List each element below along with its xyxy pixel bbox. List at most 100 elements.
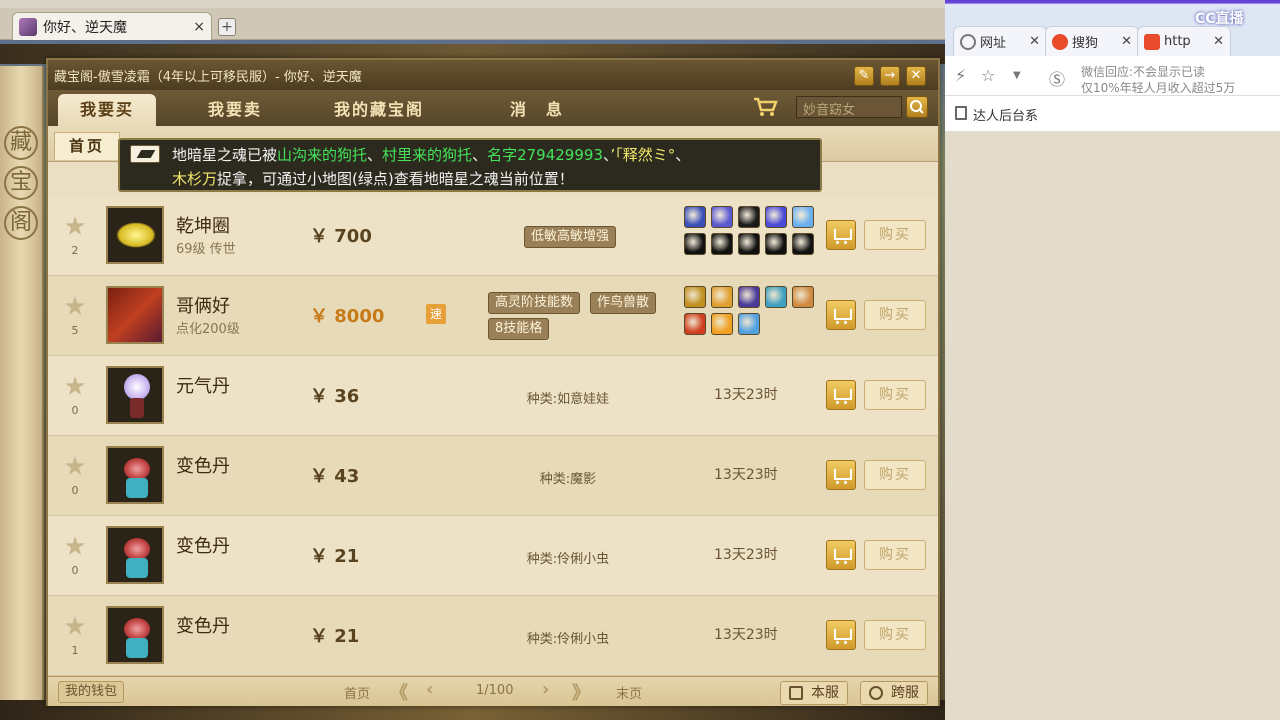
tab-messages[interactable]: 消 息 xyxy=(488,94,586,126)
add-to-cart-button[interactable] xyxy=(826,300,856,330)
skill-icon[interactable] xyxy=(792,286,814,308)
tab-title: 搜狗 xyxy=(1072,36,1099,51)
buy-button[interactable]: 购买 xyxy=(864,620,926,650)
skill-icon[interactable] xyxy=(711,206,733,228)
skill-icon[interactable] xyxy=(738,313,760,335)
favorite-star-icon[interactable]: ★ xyxy=(62,294,88,320)
double-left-icon[interactable]: 《 xyxy=(390,679,408,705)
chevron-down-icon[interactable]: ▼ xyxy=(1013,70,1021,81)
skill-icon[interactable] xyxy=(792,233,814,255)
skill-icon[interactable] xyxy=(684,286,706,308)
item-thumbnail[interactable] xyxy=(106,366,164,424)
buy-button[interactable]: 购买 xyxy=(864,540,926,570)
edit-icon[interactable]: ✎ xyxy=(854,66,874,86)
cross-server-button[interactable]: 跨服 xyxy=(860,681,928,705)
buy-button[interactable]: 购买 xyxy=(864,220,926,250)
add-to-cart-button[interactable] xyxy=(826,380,856,410)
item-price: ￥ 21 xyxy=(310,626,360,647)
page-indicator: 1/100 xyxy=(476,683,514,698)
wallet-button[interactable]: 我的钱包 xyxy=(58,681,125,703)
shopping-cart-icon[interactable] xyxy=(752,96,778,118)
list-item[interactable]: ★ 5 哥俩好 点化200级 ￥ 8000 速 高灵阶技能数 作鸟兽散 8技能格… xyxy=(48,276,938,356)
tab-home[interactable]: 首页 xyxy=(54,132,120,160)
list-item[interactable]: ★ 0 变色丹 ￥ 43 种类:魔影 13天23时 购买 xyxy=(48,436,938,516)
favorite-star-icon[interactable]: ★ xyxy=(62,614,88,640)
search-button[interactable] xyxy=(906,96,928,118)
favorite-count: 5 xyxy=(71,324,79,337)
add-to-cart-button[interactable] xyxy=(826,460,856,490)
skill-icon[interactable] xyxy=(684,233,706,255)
skill-icon[interactable] xyxy=(738,206,760,228)
item-thumbnail[interactable] xyxy=(106,606,164,664)
chevron-left-icon[interactable]: ‹ xyxy=(426,679,433,700)
close-tab-icon[interactable]: ✕ xyxy=(1121,34,1132,49)
bookmark-item[interactable]: 达人后台系 xyxy=(973,105,1038,124)
list-item[interactable]: ★ 0 元气丹 ￥ 36 种类:如意娃娃 13天23时 购买 xyxy=(48,356,938,436)
item-thumbnail[interactable] xyxy=(106,286,164,344)
skill-icon[interactable] xyxy=(711,286,733,308)
separator: 、 xyxy=(675,146,691,164)
window-title: 藏宝阁-傲雪凌霜（4年以上可移民服）- 你好、逆天魔 xyxy=(54,70,362,85)
chevron-right-icon[interactable]: › xyxy=(542,679,549,700)
item-kind: 种类:伶俐小虫 xyxy=(526,632,610,647)
item-thumbnail[interactable] xyxy=(106,526,164,584)
item-list: ★ 2 乾坤圈 69级 传世 ￥ 700 低敏高敏增强 购买 ★ 5 哥俩好 点… xyxy=(48,196,938,676)
favorite-star-icon[interactable]: ★ xyxy=(62,214,88,240)
first-page-link[interactable]: 首页 xyxy=(344,683,370,702)
item-thumbnail[interactable] xyxy=(106,206,164,264)
skill-icon[interactable] xyxy=(711,313,733,335)
add-to-cart-button[interactable] xyxy=(826,540,856,570)
time-left: 13天23时 xyxy=(714,627,778,643)
tab-my-pavilion[interactable]: 我的藏宝阁 xyxy=(312,94,446,126)
item-name[interactable]: 哥俩好 xyxy=(176,292,230,318)
skill-icon[interactable] xyxy=(738,233,760,255)
skill-icon[interactable] xyxy=(765,233,787,255)
url-field[interactable]: 微信回应:不会显示已读 仅10%年轻人月收入超过5万 xyxy=(1081,64,1271,94)
close-tab-icon[interactable]: × xyxy=(193,19,205,35)
item-thumbnail[interactable] xyxy=(106,446,164,504)
item-name[interactable]: 变色丹 xyxy=(176,612,230,638)
buy-button[interactable]: 购买 xyxy=(864,460,926,490)
search-input[interactable]: 妙音窈女 xyxy=(796,96,902,118)
browser-tab[interactable]: 搜狗 ✕ xyxy=(1045,26,1139,56)
item-name[interactable]: 乾坤圈 xyxy=(176,212,230,238)
lightning-icon[interactable]: ⚡ xyxy=(955,66,966,85)
item-name[interactable]: 变色丹 xyxy=(176,452,230,478)
browser-tab[interactable]: http ✕ xyxy=(1137,26,1231,56)
double-right-icon[interactable]: 》 xyxy=(572,679,590,705)
item-name[interactable]: 元气丹 xyxy=(176,372,230,398)
add-to-cart-button[interactable] xyxy=(826,220,856,250)
add-to-cart-button[interactable] xyxy=(826,620,856,650)
favorite-star-icon[interactable]: ★ xyxy=(62,454,88,480)
browser-tab[interactable]: 网址 ✕ xyxy=(953,26,1047,56)
skill-icon[interactable] xyxy=(684,313,706,335)
item-name[interactable]: 变色丹 xyxy=(176,532,230,558)
favorite-star-icon[interactable]: ★ xyxy=(62,534,88,560)
tab-sell[interactable]: 我要卖 xyxy=(186,94,284,126)
buy-button[interactable]: 购买 xyxy=(864,300,926,330)
new-tab-button[interactable]: + xyxy=(218,18,236,36)
cc-live-logo: CC直播 xyxy=(1195,11,1244,27)
local-server-button[interactable]: 本服 xyxy=(780,681,848,705)
skill-icon[interactable] xyxy=(792,206,814,228)
skill-icon[interactable] xyxy=(684,206,706,228)
host-tab-game[interactable]: 你好、逆天魔 × xyxy=(12,12,212,40)
buy-button[interactable]: 购买 xyxy=(864,380,926,410)
last-page-link[interactable]: 末页 xyxy=(616,683,642,702)
sogou-icon xyxy=(1052,33,1068,50)
list-item[interactable]: ★ 2 乾坤圈 69级 传世 ￥ 700 低敏高敏增强 购买 xyxy=(48,196,938,276)
list-item[interactable]: ★ 0 变色丹 ￥ 21 种类:伶俐小虫 13天23时 购买 xyxy=(48,516,938,596)
close-tab-icon[interactable]: ✕ xyxy=(1213,34,1224,49)
skill-icon[interactable] xyxy=(711,233,733,255)
logout-icon[interactable]: → xyxy=(880,66,900,86)
local-server-label: 本服 xyxy=(811,685,839,701)
list-item[interactable]: ★ 1 变色丹 ￥ 21 种类:伶俐小虫 13天23时 购买 xyxy=(48,596,938,676)
close-tab-icon[interactable]: ✕ xyxy=(1029,34,1040,49)
skill-icon[interactable] xyxy=(765,206,787,228)
skill-icon[interactable] xyxy=(738,286,760,308)
skill-icon[interactable] xyxy=(765,286,787,308)
tab-buy[interactable]: 我要买 xyxy=(58,94,157,126)
star-icon[interactable]: ☆ xyxy=(981,66,995,85)
favorite-star-icon[interactable]: ★ xyxy=(62,374,88,400)
close-window-icon[interactable]: ✕ xyxy=(906,66,926,86)
